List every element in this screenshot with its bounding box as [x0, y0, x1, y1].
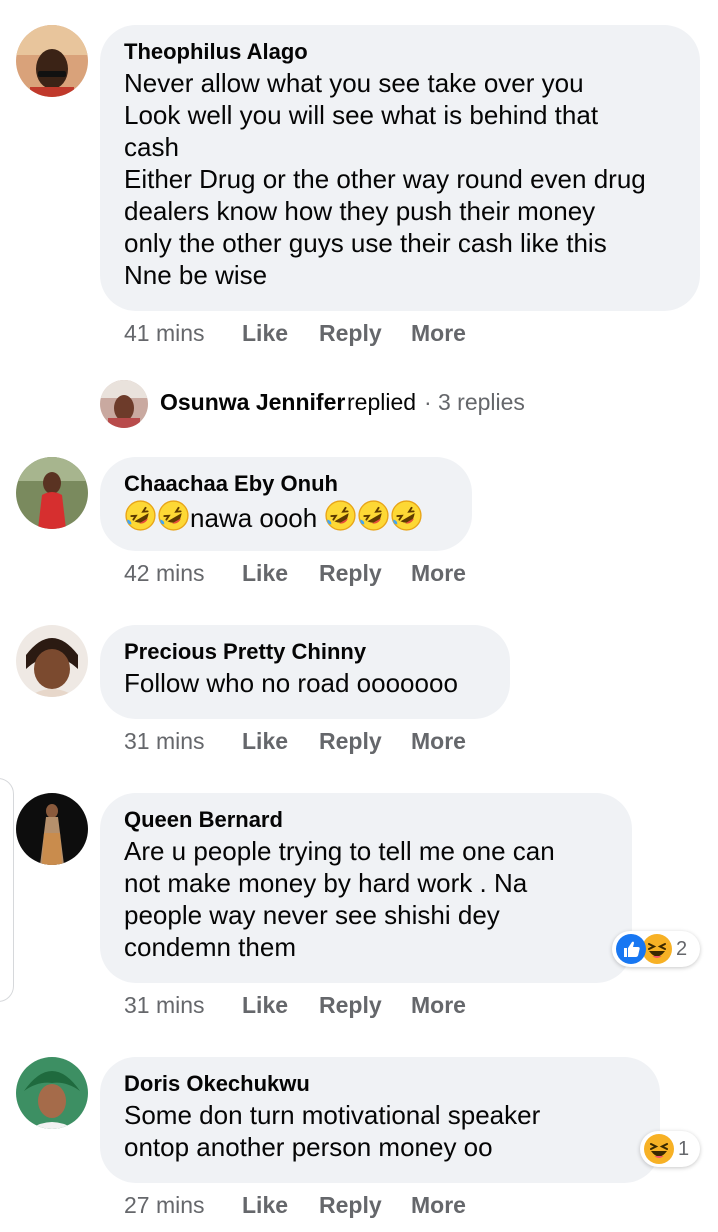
comment-text-line: nawa oooh — [124, 499, 448, 534]
reply-count[interactable]: 3 replies — [438, 389, 525, 416]
more-button[interactable]: More — [411, 558, 466, 588]
like-button[interactable]: Like — [242, 726, 288, 756]
comment-author[interactable]: Precious Pretty Chinny — [124, 637, 486, 667]
reply-button[interactable]: Reply — [319, 990, 382, 1020]
like-button[interactable]: Like — [242, 318, 288, 348]
separator-dot: · — [424, 389, 432, 415]
avatar[interactable] — [16, 25, 88, 97]
reaction-summary[interactable]: 2 — [612, 931, 700, 967]
reply-verb: replied — [347, 389, 417, 415]
side-panel-edge — [0, 778, 14, 1002]
comment-bubble: Doris Okechukwu Some don turn motivation… — [100, 1057, 660, 1183]
comment-time[interactable]: 41 mins — [124, 318, 205, 348]
reaction-summary[interactable]: 1 — [640, 1131, 700, 1167]
comment-text: Are u people trying to tell me one can n… — [124, 836, 555, 962]
comment-bubble: Queen Bernard Are u people trying to tel… — [100, 793, 632, 983]
rofl-emoji-icon — [357, 499, 390, 532]
rofl-emoji-icon — [124, 499, 157, 532]
more-button[interactable]: More — [411, 318, 466, 348]
comment-time[interactable]: 31 mins — [124, 726, 205, 756]
reply-avatar — [100, 380, 148, 428]
more-button[interactable]: More — [411, 1190, 466, 1220]
like-icon — [615, 933, 647, 965]
comment-author[interactable]: Theophilus Alago — [124, 37, 676, 67]
comment-author[interactable]: Queen Bernard — [124, 805, 608, 835]
avatar[interactable] — [16, 457, 88, 529]
like-button[interactable]: Like — [242, 558, 288, 588]
like-button[interactable]: Like — [242, 1190, 288, 1220]
comment-time[interactable]: 31 mins — [124, 990, 205, 1020]
rofl-emoji-icon — [390, 499, 423, 532]
rofl-emoji-icon — [324, 499, 357, 532]
reply-author[interactable]: Osunwa Jennifer — [160, 389, 345, 416]
more-button[interactable]: More — [411, 990, 466, 1020]
like-button[interactable]: Like — [242, 990, 288, 1020]
comment-author[interactable]: Chaachaa Eby Onuh — [124, 469, 448, 499]
comment-text: Some don turn motivational speaker ontop… — [124, 1100, 541, 1162]
comment-time[interactable]: 27 mins — [124, 1190, 205, 1220]
reply-button[interactable]: Reply — [319, 726, 382, 756]
avatar[interactable] — [16, 625, 88, 697]
avatar[interactable] — [16, 1057, 88, 1129]
more-button[interactable]: More — [411, 726, 466, 756]
comment-bubble: Precious Pretty Chinny Follow who no roa… — [100, 625, 510, 719]
comment-bubble: Chaachaa Eby Onuh nawa oooh — [100, 457, 472, 551]
comment-text: Follow who no road ooooooo — [124, 668, 458, 698]
comment-text: nawa oooh — [190, 503, 318, 533]
comment-text: Never allow what you see take over you L… — [124, 68, 646, 290]
avatar[interactable] — [16, 793, 88, 865]
comment-author[interactable]: Doris Okechukwu — [124, 1069, 636, 1099]
reply-button[interactable]: Reply — [319, 1190, 382, 1220]
haha-icon — [643, 1133, 675, 1165]
rofl-emoji-icon — [157, 499, 190, 532]
reply-button[interactable]: Reply — [319, 558, 382, 588]
reaction-count: 2 — [676, 937, 688, 960]
reaction-count: 1 — [678, 1137, 690, 1160]
reply-button[interactable]: Reply — [319, 318, 382, 348]
comment-time[interactable]: 42 mins — [124, 558, 205, 588]
comment-bubble: Theophilus Alago Never allow what you se… — [100, 25, 700, 311]
